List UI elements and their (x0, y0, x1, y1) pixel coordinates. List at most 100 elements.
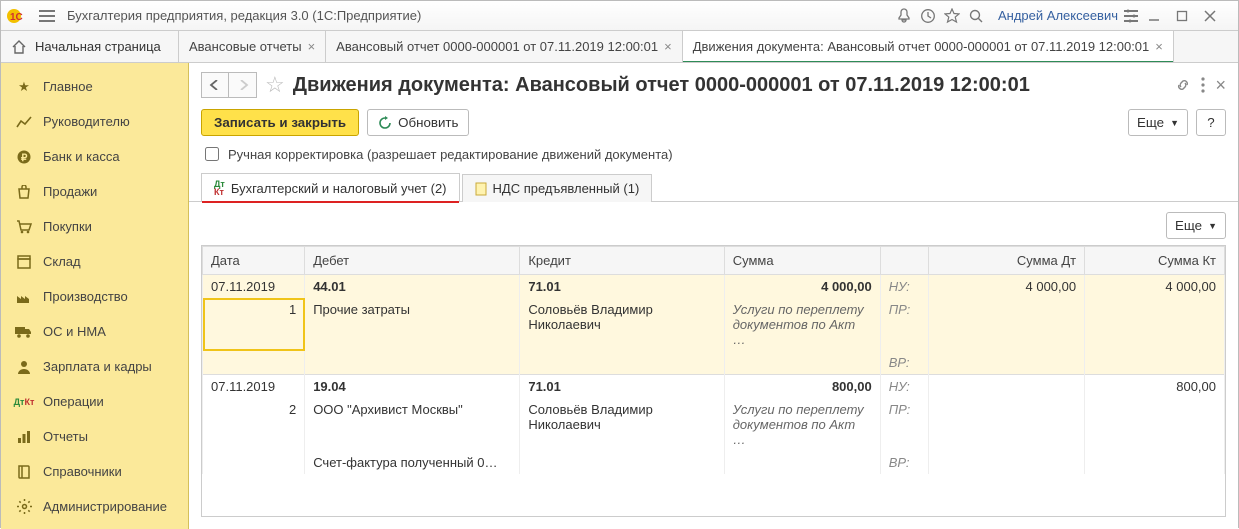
cell-sumkt: 4 000,00 (1085, 275, 1225, 299)
doc-icon (475, 182, 487, 196)
table-row[interactable]: 07.11.2019 44.01 71.01 4 000,00 НУ: 4 00… (203, 275, 1225, 299)
action-toolbar: Записать и закрыть Обновить Еще▼ ? (189, 103, 1238, 142)
table-row[interactable]: 1 Прочие затраты Соловьёв Владимир Никол… (203, 298, 1225, 351)
sidebar-item-warehouse[interactable]: Склад (1, 244, 188, 279)
close-icon[interactable]: × (1215, 75, 1226, 96)
tab-0[interactable]: Авансовые отчеты × (179, 31, 326, 62)
cell-sumkt: 800,00 (1085, 375, 1225, 399)
col-credit[interactable]: Кредит (520, 247, 724, 275)
col-sumkt[interactable]: Сумма Кт (1085, 247, 1225, 275)
close-button[interactable] (1204, 10, 1232, 22)
ledger-grid[interactable]: Дата Дебет Кредит Сумма Сумма Дт Сумма К… (201, 245, 1226, 517)
truck-icon (13, 326, 35, 338)
history-icon[interactable] (920, 8, 944, 24)
cell-sumdt (929, 375, 1085, 399)
nav-back-button[interactable] (201, 72, 229, 98)
cell-debit-acc: 19.04 (305, 375, 520, 399)
ruble-icon: ₽ (13, 149, 35, 165)
cell-vr: ВР: (880, 451, 928, 474)
sidebar-item-catalogs[interactable]: Справочники (1, 454, 188, 489)
table-row[interactable]: 2 ООО "Архивист Москвы" Соловьёв Владими… (203, 398, 1225, 451)
search-icon[interactable] (968, 8, 992, 24)
sidebar-item-label: Отчеты (43, 429, 88, 444)
app-menu-icon[interactable] (39, 10, 55, 22)
grid-more-button[interactable]: Еще ▼ (1166, 212, 1226, 239)
cell-sum-desc: Услуги по переплету документов по Акт … (724, 298, 880, 351)
bag-icon (13, 185, 35, 199)
sidebar-item-main[interactable]: ★Главное (1, 69, 188, 104)
favorite-icon[interactable]: ☆ (265, 72, 285, 98)
bell-icon[interactable] (896, 8, 920, 24)
maximize-button[interactable] (1176, 10, 1204, 22)
chevron-down-icon: ▼ (1208, 221, 1217, 231)
home-icon (11, 40, 27, 54)
save-close-button[interactable]: Записать и закрыть (201, 109, 359, 136)
table-row[interactable]: 07.11.2019 19.04 71.01 800,00 НУ: 800,00 (203, 375, 1225, 399)
chevron-down-icon: ▼ (1170, 118, 1179, 128)
titlebar: 1С Бухгалтерия предприятия, редакция 3.0… (1, 1, 1238, 31)
minimize-button[interactable] (1148, 10, 1176, 22)
subtab-vat[interactable]: НДС предъявленный (1) (462, 174, 653, 202)
col-debit[interactable]: Дебет (305, 247, 520, 275)
star-icon[interactable] (944, 8, 968, 24)
col-date[interactable]: Дата (203, 247, 305, 275)
cell-rownum: 2 (203, 398, 305, 451)
kebab-icon[interactable] (1201, 77, 1205, 93)
cell-pr: ПР: (880, 298, 928, 351)
sidebar-item-label: Руководителю (43, 114, 130, 129)
user-name[interactable]: Андрей Алексеевич (998, 8, 1118, 23)
book-icon (13, 465, 35, 479)
sidebar-item-label: Зарплата и кадры (43, 359, 152, 374)
refresh-button[interactable]: Обновить (367, 109, 469, 136)
tab-label: Движения документа: Авансовый отчет 0000… (693, 39, 1150, 54)
cell-pr: ПР: (880, 398, 928, 451)
gear-icon (13, 499, 35, 514)
tab-label: Авансовые отчеты (189, 39, 302, 54)
col-spacer (880, 247, 928, 275)
sidebar-item-purchases[interactable]: Покупки (1, 209, 188, 244)
cell-rownum: 1 (203, 298, 305, 351)
more-label: Еще (1175, 218, 1202, 233)
sidebar-item-label: Справочники (43, 464, 122, 479)
manual-edit-checkbox[interactable] (205, 147, 219, 161)
sidebar-item-label: Операции (43, 394, 104, 409)
tab-home-label: Начальная страница (35, 39, 161, 54)
cell-sum: 800,00 (724, 375, 880, 399)
sidebar-item-operations[interactable]: ДтКтОперации (1, 384, 188, 419)
help-button[interactable]: ? (1196, 109, 1226, 136)
col-sumdt[interactable]: Сумма Дт (929, 247, 1085, 275)
close-icon[interactable]: × (308, 39, 316, 54)
sidebar-item-admin[interactable]: Администрирование (1, 489, 188, 524)
sidebar-item-bank[interactable]: ₽Банк и касса (1, 139, 188, 174)
tab-home[interactable]: Начальная страница (1, 31, 179, 62)
cart-icon (13, 220, 35, 234)
col-sum[interactable]: Сумма (724, 247, 880, 275)
subtab-label: Бухгалтерский и налоговый учет (2) (231, 181, 447, 196)
sidebar-item-manager[interactable]: Руководителю (1, 104, 188, 139)
sidebar-item-hr[interactable]: Зарплата и кадры (1, 349, 188, 384)
close-icon[interactable]: × (664, 39, 672, 54)
sidebar-item-sales[interactable]: Продажи (1, 174, 188, 209)
table-row[interactable]: Счет-фактура полученный 0… ВР: (203, 451, 1225, 474)
sidebar-item-label: Покупки (43, 219, 92, 234)
tab-1[interactable]: Авансовый отчет 0000-000001 от 07.11.201… (326, 31, 683, 62)
close-icon[interactable]: × (1155, 39, 1163, 54)
sidebar: ★Главное Руководителю ₽Банк и касса Прод… (1, 63, 189, 529)
app-title: Бухгалтерия предприятия, редакция 3.0 (1… (67, 8, 421, 23)
cell-date: 07.11.2019 (203, 375, 305, 399)
subtab-accounting[interactable]: ДтКт Бухгалтерский и налоговый учет (2) (201, 173, 460, 202)
person-icon (13, 360, 35, 374)
more-button[interactable]: Еще▼ (1128, 109, 1188, 136)
sidebar-item-reports[interactable]: Отчеты (1, 419, 188, 454)
link-icon[interactable] (1175, 77, 1191, 93)
table-row[interactable]: ВР: (203, 351, 1225, 375)
nav-forward-button[interactable] (229, 72, 257, 98)
cell-debit-txt2: Счет-фактура полученный 0… (305, 451, 520, 474)
page-header: ☆ Движения документа: Авансовый отчет 00… (189, 63, 1238, 103)
settings-menu-icon[interactable] (1124, 9, 1148, 23)
sidebar-item-production[interactable]: Производство (1, 279, 188, 314)
star-icon: ★ (13, 79, 35, 95)
cell-credit-txt: Соловьёв Владимир Николаевич (520, 298, 724, 351)
sidebar-item-assets[interactable]: ОС и НМА (1, 314, 188, 349)
tab-2[interactable]: Движения документа: Авансовый отчет 0000… (683, 31, 1174, 62)
